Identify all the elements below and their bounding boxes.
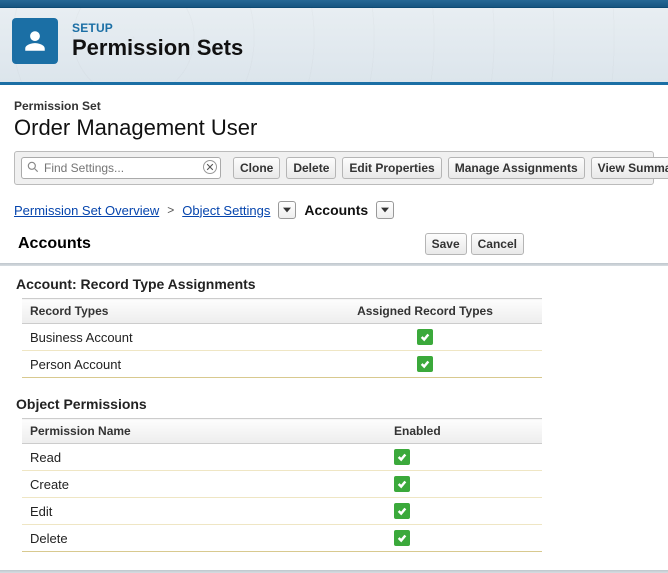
- permission-name: Read: [22, 444, 386, 471]
- checkbox-checked-icon[interactable]: [417, 329, 433, 345]
- section-rule: [0, 263, 668, 266]
- object-dropdown[interactable]: [376, 201, 394, 219]
- object-permissions-table: Permission Name Enabled ReadCreateEditDe…: [22, 418, 542, 552]
- checkbox-checked-icon[interactable]: [417, 356, 433, 372]
- record-type-name: Business Account: [22, 324, 308, 351]
- setup-eyebrow: SETUP: [72, 21, 243, 35]
- manage-assignments-button[interactable]: Manage Assignments: [448, 157, 585, 179]
- record-name: Order Management User: [14, 115, 654, 141]
- entity-label: Permission Set: [14, 99, 654, 113]
- breadcrumb-current: Accounts: [304, 202, 368, 218]
- setup-header: SETUP Permission Sets: [0, 8, 668, 85]
- record-type-assigned: [308, 324, 542, 351]
- permission-name: Create: [22, 471, 386, 498]
- permission-name: Edit: [22, 498, 386, 525]
- clone-button[interactable]: Clone: [233, 157, 280, 179]
- checkbox-checked-icon[interactable]: [394, 476, 410, 492]
- breadcrumb-overview-link[interactable]: Permission Set Overview: [14, 203, 159, 218]
- breadcrumb-object-settings-link[interactable]: Object Settings: [182, 203, 270, 218]
- breadcrumb: Permission Set Overview > Object Setting…: [14, 201, 654, 219]
- permission-enabled: [386, 444, 542, 471]
- table-row: Business Account: [22, 324, 542, 351]
- window-top-bar: [0, 0, 668, 8]
- permission-name: Delete: [22, 525, 386, 552]
- checkbox-checked-icon[interactable]: [394, 530, 410, 546]
- save-button[interactable]: Save: [425, 233, 467, 255]
- object-settings-dropdown[interactable]: [278, 201, 296, 219]
- col-record-types: Record Types: [22, 299, 308, 324]
- col-permission-name: Permission Name: [22, 419, 386, 444]
- record-types-heading: Account: Record Type Assignments: [16, 276, 654, 292]
- clear-search-icon[interactable]: ✕: [203, 160, 217, 174]
- view-summary-button[interactable]: View Summary (Beta): [591, 157, 668, 179]
- object-permissions: Object Permissions Permission Name Enabl…: [14, 396, 654, 552]
- col-enabled: Enabled: [386, 419, 542, 444]
- table-row: Read: [22, 444, 542, 471]
- table-row: Person Account: [22, 351, 542, 378]
- table-row: Create: [22, 471, 542, 498]
- record-type-assigned: [308, 351, 542, 378]
- search-wrap: ✕: [21, 157, 221, 179]
- table-row: Delete: [22, 525, 542, 552]
- permission-enabled: [386, 498, 542, 525]
- delete-button[interactable]: Delete: [286, 157, 336, 179]
- checkbox-checked-icon[interactable]: [394, 503, 410, 519]
- permission-enabled: [386, 525, 542, 552]
- permission-enabled: [386, 471, 542, 498]
- checkbox-checked-icon[interactable]: [394, 449, 410, 465]
- edit-properties-button[interactable]: Edit Properties: [342, 157, 441, 179]
- table-row: Edit: [22, 498, 542, 525]
- record-type-assignments: Account: Record Type Assignments Record …: [14, 276, 654, 378]
- col-assigned: Assigned Record Types: [308, 299, 542, 324]
- breadcrumb-separator: >: [167, 203, 174, 217]
- section-title: Accounts: [18, 235, 91, 253]
- record-type-name: Person Account: [22, 351, 308, 378]
- search-icon: [26, 160, 40, 174]
- toolbar: ✕ Clone Delete Edit Properties Manage As…: [14, 151, 654, 185]
- search-input[interactable]: [21, 157, 221, 179]
- object-permissions-heading: Object Permissions: [16, 396, 654, 412]
- cancel-button[interactable]: Cancel: [471, 233, 524, 255]
- record-types-table: Record Types Assigned Record Types Busin…: [22, 298, 542, 378]
- page-title: Permission Sets: [72, 35, 243, 61]
- user-icon: [12, 18, 58, 64]
